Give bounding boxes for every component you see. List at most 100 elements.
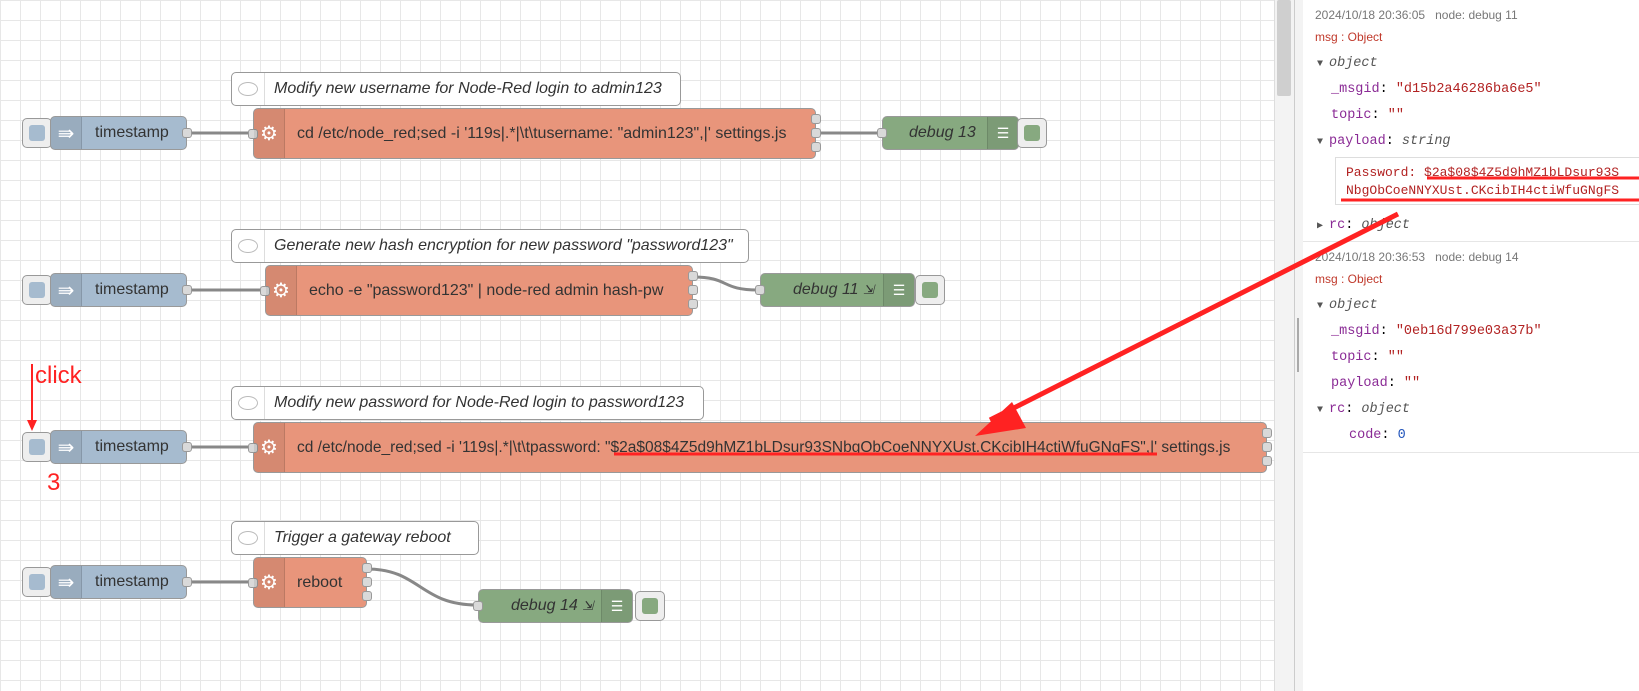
inject-node-timestamp[interactable]: ⇛ timestamp bbox=[50, 116, 192, 150]
tree-key: payload bbox=[1331, 376, 1388, 391]
debug-arrow-icon: ⇲ bbox=[863, 282, 874, 297]
input-port[interactable] bbox=[755, 285, 765, 295]
exec-node-hash[interactable]: ⚙ echo -e "password123" | node-red admin… bbox=[260, 265, 698, 316]
output-port[interactable] bbox=[182, 128, 192, 138]
debug-toggle-button[interactable] bbox=[1017, 118, 1047, 148]
output-port[interactable] bbox=[362, 563, 372, 573]
output-port[interactable] bbox=[1262, 428, 1272, 438]
tree-value: "" bbox=[1387, 108, 1404, 123]
payload-string-box[interactable]: Password: $2a$08$4Z5d9hMZ1bLDsur93S NbgO… bbox=[1335, 157, 1639, 205]
payload-line: Password: $2a$08$4Z5d9hMZ1bLDsur93S bbox=[1346, 165, 1620, 180]
exec-node-password[interactable]: ⚙ cd /etc/node_red;sed -i '119s|.*|\t\tp… bbox=[248, 422, 1272, 473]
message-type: msg : Object bbox=[1315, 272, 1383, 286]
message-node-link[interactable]: node: debug 14 bbox=[1435, 250, 1518, 264]
debug-toggle-button[interactable] bbox=[915, 275, 945, 305]
tree-key: _msgid bbox=[1331, 82, 1380, 97]
tree-row-msgid: _msgid: "0eb16d799e03a37b" bbox=[1331, 324, 1542, 339]
tree-row-root[interactable]: ▼ object bbox=[1317, 298, 1378, 313]
output-port[interactable] bbox=[182, 442, 192, 452]
message-time: 2024/10/18 20:36:53 bbox=[1315, 250, 1426, 264]
output-port[interactable] bbox=[362, 577, 372, 587]
comment-icon bbox=[232, 522, 265, 554]
inject-trigger-button[interactable] bbox=[22, 567, 52, 597]
arrow-in-icon: ⇛ bbox=[51, 274, 82, 306]
tree-key: topic bbox=[1331, 350, 1372, 365]
node-label: debug 14 ⇲ bbox=[511, 590, 593, 622]
debug-node-14[interactable]: debug 14 ⇲ ☰ bbox=[473, 589, 633, 623]
caret-down-icon: ▼ bbox=[1317, 59, 1324, 70]
message-separator bbox=[1303, 452, 1639, 453]
caret-right-icon: ▶ bbox=[1317, 221, 1324, 232]
output-port[interactable] bbox=[688, 271, 698, 281]
gear-icon: ⚙ bbox=[254, 109, 285, 158]
workspace-scrollbar[interactable] bbox=[1274, 0, 1295, 691]
input-port[interactable] bbox=[473, 601, 483, 611]
debug-node-13[interactable]: debug 13 ☰ bbox=[877, 116, 1019, 150]
arrow-in-icon: ⇛ bbox=[51, 431, 82, 463]
tree-key: rc bbox=[1329, 402, 1346, 417]
output-port[interactable] bbox=[1262, 456, 1272, 466]
output-port[interactable] bbox=[1262, 442, 1272, 452]
node-label: debug 13 bbox=[909, 124, 976, 141]
output-port[interactable] bbox=[688, 299, 698, 309]
comment-icon bbox=[232, 230, 265, 262]
node-label: timestamp bbox=[95, 124, 169, 141]
comment-node[interactable]: Trigger a gateway reboot bbox=[231, 521, 479, 555]
debug-message: 2024/10/18 20:36:05 node: debug 11 msg : … bbox=[1303, 0, 1639, 243]
debug-node-11[interactable]: debug 11 ⇲ ☰ bbox=[755, 273, 915, 307]
exec-node-reboot[interactable]: ⚙ reboot bbox=[248, 557, 372, 608]
tree-type: object bbox=[1361, 402, 1411, 417]
tree-row-topic: topic: "" bbox=[1331, 350, 1404, 365]
output-port[interactable] bbox=[688, 285, 698, 295]
comment-node[interactable]: Modify new username for Node-Red login t… bbox=[231, 72, 681, 106]
tree-root-type: object bbox=[1329, 56, 1378, 71]
output-port[interactable] bbox=[811, 128, 821, 138]
comment-text: Generate new hash encryption for new pas… bbox=[274, 237, 733, 254]
caret-down-icon: ▼ bbox=[1317, 137, 1324, 148]
node-label: reboot bbox=[297, 573, 343, 591]
scrollbar-thumb[interactable] bbox=[1277, 0, 1291, 96]
node-label: cd /etc/node_red;sed -i '119s|.*|\t\tuse… bbox=[297, 124, 787, 142]
debug-sidebar: 2024/10/18 20:36:05 node: debug 11 msg : … bbox=[1303, 0, 1639, 691]
output-port[interactable] bbox=[811, 142, 821, 152]
message-node-link[interactable]: node: debug 11 bbox=[1435, 8, 1518, 22]
inject-node-timestamp[interactable]: ⇛ timestamp bbox=[50, 273, 192, 307]
message-meta: 2024/10/18 20:36:05 node: debug 11 bbox=[1315, 8, 1528, 22]
tree-value: "0eb16d799e03a37b" bbox=[1395, 324, 1542, 339]
input-port[interactable] bbox=[877, 128, 887, 138]
inject-node-timestamp[interactable]: ⇛ timestamp bbox=[50, 430, 192, 464]
comment-node[interactable]: Generate new hash encryption for new pas… bbox=[231, 229, 749, 263]
tree-key: rc bbox=[1329, 218, 1346, 233]
tree-value: "" bbox=[1403, 376, 1421, 391]
tree-row-code: code: 0 bbox=[1349, 428, 1406, 443]
inject-trigger-button[interactable] bbox=[22, 432, 52, 462]
comment-text: Modify new password for Node-Red login t… bbox=[274, 394, 684, 411]
tree-key: payload bbox=[1329, 134, 1386, 149]
node-label: timestamp bbox=[95, 281, 169, 298]
resize-grip bbox=[1297, 318, 1299, 372]
list-icon: ☰ bbox=[601, 590, 632, 622]
flow-workspace[interactable]: Modify new username for Node-Red login t… bbox=[0, 0, 1274, 691]
comment-node[interactable]: Modify new password for Node-Red login t… bbox=[231, 386, 704, 420]
tree-row-topic: topic: "" bbox=[1331, 108, 1404, 123]
output-port[interactable] bbox=[182, 285, 192, 295]
exec-node-username[interactable]: ⚙ cd /etc/node_red;sed -i '119s|.*|\t\tu… bbox=[248, 108, 821, 159]
tree-row-root[interactable]: ▼ object bbox=[1317, 56, 1378, 71]
gear-icon: ⚙ bbox=[254, 423, 285, 472]
debug-toggle-button[interactable] bbox=[635, 591, 665, 621]
inject-trigger-button[interactable] bbox=[22, 275, 52, 305]
message-meta: 2024/10/18 20:36:53 node: debug 14 bbox=[1315, 250, 1529, 264]
output-port[interactable] bbox=[811, 114, 821, 124]
tree-root-type: object bbox=[1329, 298, 1378, 313]
output-port[interactable] bbox=[362, 591, 372, 601]
inject-trigger-button[interactable] bbox=[22, 118, 52, 148]
tree-type: string bbox=[1401, 134, 1451, 149]
debug-label: debug 14 bbox=[511, 597, 578, 614]
node-label: debug 11 ⇲ bbox=[793, 274, 874, 306]
inject-node-timestamp[interactable]: ⇛ timestamp bbox=[50, 565, 192, 599]
debug-label: debug 11 bbox=[793, 281, 859, 298]
tree-row-rc[interactable]: ▼ rc: object bbox=[1317, 402, 1410, 417]
tree-row-rc[interactable]: ▶ rc: object bbox=[1317, 218, 1410, 233]
output-port[interactable] bbox=[182, 577, 192, 587]
tree-row-payload[interactable]: ▼ payload: string bbox=[1317, 134, 1451, 149]
